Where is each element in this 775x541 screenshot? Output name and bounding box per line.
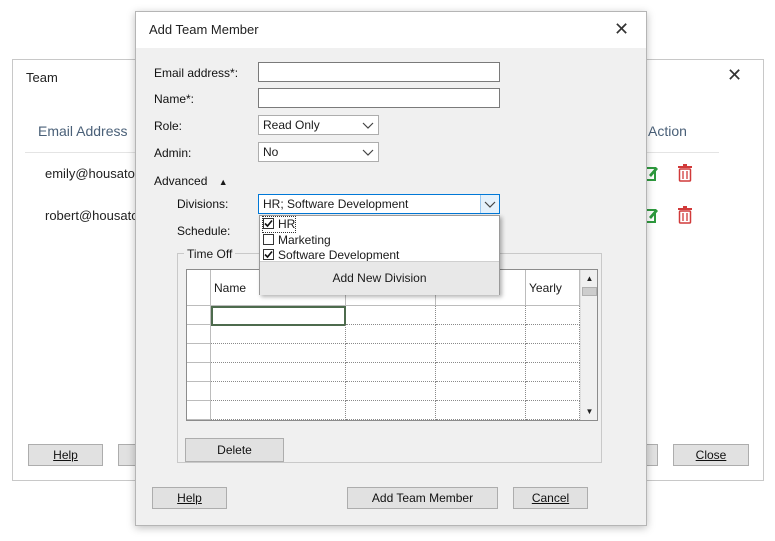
grid-cell[interactable] (526, 382, 580, 401)
grid-cell[interactable] (526, 401, 580, 420)
add-team-member-dialog: Add Team Member ✕ Email address*: Name*:… (135, 11, 647, 526)
grid-cell[interactable] (346, 306, 436, 325)
grid-cell[interactable] (211, 325, 346, 344)
grid-cell-active[interactable] (211, 306, 346, 326)
collapse-arrow-icon: ▲ (218, 177, 228, 187)
grid-cell[interactable] (436, 382, 526, 401)
grid-cell[interactable] (346, 382, 436, 401)
close-icon[interactable]: ✕ (614, 20, 629, 38)
name-label: Name*: (154, 92, 195, 106)
grid-cell[interactable] (436, 363, 526, 382)
scroll-down-icon[interactable]: ▼ (581, 403, 597, 420)
grid-cell[interactable] (436, 344, 526, 363)
team-row-email: emily@housato (45, 166, 135, 181)
advanced-toggle[interactable]: Advanced ▲ (154, 174, 228, 188)
grid-scrollbar[interactable]: ▲ ▼ (580, 270, 597, 420)
division-option-marketing[interactable]: Marketing (263, 233, 331, 248)
trash-icon[interactable] (677, 206, 693, 224)
grid-row-header[interactable] (187, 382, 211, 401)
grid-cell[interactable] (526, 325, 580, 344)
add-team-member-button[interactable]: Add Team Member (347, 487, 498, 509)
grid-row-header[interactable] (187, 344, 211, 363)
grid-cell[interactable] (346, 344, 436, 363)
grid-cell[interactable] (346, 401, 436, 420)
schedule-label: Schedule: (177, 224, 231, 238)
grid-cell[interactable] (211, 344, 346, 363)
advanced-label: Advanced (154, 174, 208, 188)
grid-cell[interactable] (526, 344, 580, 363)
trash-icon[interactable] (677, 164, 693, 182)
chevron-down-icon (362, 122, 374, 129)
divisions-select-value: HR; Software Development (263, 197, 409, 211)
team-help-button[interactable]: Help (28, 444, 103, 466)
team-close-label: Close (695, 448, 727, 462)
column-header-action: Action (648, 123, 687, 139)
dialog-help-label: Help (177, 491, 202, 505)
checkbox-checked-icon[interactable] (263, 249, 274, 260)
dialog-title: Add Team Member (149, 22, 259, 37)
close-icon[interactable]: ✕ (727, 66, 742, 84)
cancel-button[interactable]: Cancel (513, 487, 588, 509)
admin-select[interactable]: No (258, 142, 379, 162)
chevron-down-icon (484, 201, 496, 208)
checkbox-unchecked-icon[interactable] (263, 234, 274, 245)
admin-label: Admin: (154, 146, 192, 160)
grid-cell[interactable] (436, 325, 526, 344)
dialog-help-button[interactable]: Help (152, 487, 227, 509)
team-close-button[interactable]: Close (673, 444, 749, 466)
grid-cell[interactable] (211, 401, 346, 420)
grid-cell[interactable] (346, 363, 436, 382)
time-off-legend: Time Off (184, 247, 236, 261)
dialog-titlebar: Add Team Member ✕ (136, 12, 646, 48)
cancel-label: Cancel (531, 491, 570, 505)
division-option-label: Software Development (278, 248, 400, 262)
grid-cell[interactable] (526, 306, 580, 325)
name-field[interactable] (258, 88, 500, 108)
role-select-value: Read Only (263, 118, 320, 132)
division-option-label: HR (278, 217, 296, 231)
grid-row-header[interactable] (187, 363, 211, 382)
grid-header-yearly[interactable]: Yearly (526, 270, 580, 306)
grid-cell[interactable] (346, 325, 436, 344)
scroll-up-icon[interactable]: ▲ (581, 270, 597, 287)
email-field[interactable] (258, 62, 500, 82)
team-row-email: robert@housato (45, 208, 139, 223)
grid-row-header[interactable] (187, 306, 211, 325)
division-option-label: Marketing (278, 233, 331, 247)
add-new-division-button[interactable]: Add New Division (260, 261, 499, 295)
grid-cell[interactable] (436, 401, 526, 420)
divisions-label: Divisions: (177, 197, 229, 211)
divisions-select[interactable]: HR; Software Development (258, 194, 500, 214)
grid-cell[interactable] (211, 382, 346, 401)
delete-button[interactable]: Delete (185, 438, 284, 462)
column-header-email[interactable]: Email Address (38, 123, 127, 139)
divisions-dropdown-list: HR Marketing Software Development Add Ne… (259, 215, 500, 295)
grid-cell[interactable] (436, 306, 526, 325)
team-window-title: Team (26, 70, 58, 85)
division-option-hr[interactable]: HR (261, 216, 297, 233)
grid-row-header[interactable] (187, 325, 211, 344)
team-help-label: Help (53, 448, 78, 462)
grid-cell[interactable] (211, 363, 346, 382)
grid-cell[interactable] (526, 363, 580, 382)
scroll-thumb[interactable] (582, 287, 597, 296)
grid-row-header[interactable] (187, 401, 211, 420)
grid-corner-header (187, 270, 211, 306)
admin-select-value: No (263, 145, 279, 159)
role-select[interactable]: Read Only (258, 115, 379, 135)
divisions-dropdown-button[interactable] (480, 195, 499, 213)
checkbox-checked-icon[interactable] (263, 218, 274, 229)
chevron-down-icon (362, 149, 374, 156)
email-label: Email address*: (154, 66, 239, 80)
role-label: Role: (154, 119, 183, 133)
